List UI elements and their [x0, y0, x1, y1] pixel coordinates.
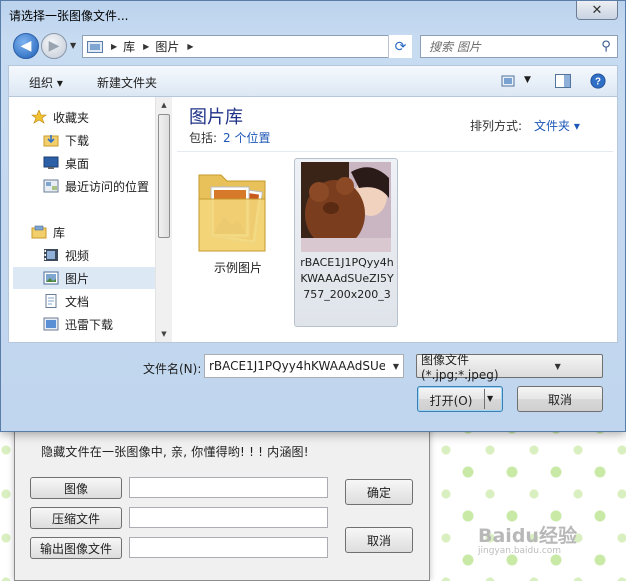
breadcrumb-pictures[interactable]: 图片 [155, 38, 179, 55]
help-icon[interactable]: ? [589, 73, 607, 89]
sidebar-item-downloads[interactable]: 下载 [43, 129, 89, 151]
file-type-chevron-icon[interactable]: ▼ [514, 362, 603, 371]
svg-text:?: ? [595, 77, 601, 88]
sidebar-item-recent[interactable]: 最近访问的位置 [43, 175, 149, 197]
breadcrumb-library[interactable]: 库 [123, 38, 135, 55]
sidebar-item-label: 文档 [65, 294, 90, 309]
output-path-field[interactable] [129, 537, 328, 558]
search-box[interactable]: 搜索 图片 ⚲ [420, 35, 618, 58]
sidebar-item-pictures[interactable]: 图片 [13, 267, 155, 289]
close-icon: ✕ [591, 2, 603, 18]
baidu-watermark: Baidu经验 jingyan.baidu.com [478, 521, 577, 556]
preview-pane-icon[interactable] [554, 73, 572, 89]
new-folder-button[interactable]: 新建文件夹 [97, 74, 157, 91]
filename-value[interactable]: rBACE1J1PQyy4hKWAAAdSUeZI5Y757_200x200_3 [209, 359, 385, 373]
video-icon [44, 249, 58, 261]
forward-button[interactable]: ▶ [41, 33, 67, 59]
back-button[interactable]: ◀ [13, 33, 39, 59]
sidebar-item-label: 图片 [65, 271, 90, 286]
refresh-icon: ⟳ [394, 38, 407, 55]
selected-image-tile[interactable]: rBACE1J1PQyy4hKWAAAdSUeZI5Y757_200x200_3 [294, 158, 398, 327]
open-options-chevron-icon[interactable]: ▼ [487, 394, 493, 403]
filename-input[interactable]: rBACE1J1PQyy4hKWAAAdSUeZI5Y757_200x200_3… [204, 354, 404, 378]
thunder-download-icon [43, 317, 59, 331]
sidebar-item-label: 迅雷下载 [65, 317, 114, 332]
library-includes: 包括: 2 个位置 [189, 129, 271, 146]
pictures-icon [43, 271, 59, 285]
recent-locations-chevron-icon[interactable]: ▼ [70, 41, 76, 50]
image-thumbnail [301, 162, 391, 252]
scroll-thumb[interactable] [158, 114, 170, 238]
sidebar-item-thunder-downloads[interactable]: 迅雷下载 [43, 313, 113, 335]
download-folder-icon [43, 135, 59, 147]
app-description: 隐藏文件在一张图像中, 亲, 你懂得哟! ! ! 内涵图! [41, 445, 309, 459]
navigation-scrollbar[interactable]: ▲ ▼ [155, 97, 172, 342]
address-bar[interactable]: ▶ 库 ▶ 图片 ▶ [82, 35, 412, 58]
sidebar-item-label: 收藏夹 [53, 110, 90, 125]
arrange-by-label: 排列方式: [470, 119, 523, 133]
main-app-window: 隐藏文件在一张图像中, 亲, 你懂得哟! ! ! 内涵图! 图像 压缩文件 输出… [14, 420, 430, 581]
open-file-dialog: 请选择一张图像文件... ✕ ◀ ▶ ▼ ▶ 库 ▶ 图片 ▶ ⟳ 搜索 图片 … [0, 0, 626, 432]
watermark-brand: Baidu经验 [478, 525, 577, 547]
command-bar: 组织 ▾ 新建文件夹 ▼ ? [8, 65, 618, 97]
documents-icon [45, 294, 57, 308]
scroll-down-icon[interactable]: ▼ [156, 326, 172, 342]
sample-pictures-folder-icon[interactable] [197, 159, 269, 255]
change-view-icon[interactable] [501, 73, 519, 89]
compress-file-button[interactable]: 压缩文件 [30, 507, 122, 529]
breadcrumb-separator-icon[interactable]: ▶ [111, 42, 117, 51]
library-icon [31, 225, 47, 239]
refresh-button[interactable]: ⟳ [388, 35, 412, 58]
sidebar-item-documents[interactable]: 文档 [43, 290, 89, 312]
locations-link[interactable]: 2 个位置 [223, 131, 270, 145]
open-button-divider [484, 389, 485, 409]
desktop-icon [43, 156, 59, 169]
arrange-by-dropdown[interactable]: 文件夹 ▾ [534, 117, 580, 134]
sidebar-item-label: 下载 [65, 133, 90, 148]
compress-path-field[interactable] [129, 507, 328, 528]
organize-button[interactable]: 组织 ▾ [29, 74, 63, 91]
image-file-name: rBACE1J1PQyy4hKWAAAdSUeZI5Y757_200x200_3 [300, 256, 394, 301]
image-path-field[interactable] [129, 477, 328, 498]
breadcrumb-separator-icon[interactable]: ▶ [187, 42, 193, 51]
star-icon [31, 110, 47, 124]
forward-arrow-icon: ▶ [48, 38, 60, 54]
library-small-icon [87, 40, 103, 53]
file-type-select[interactable]: 图像文件 (*.jpg;*.jpeg) ▼ [416, 353, 603, 382]
navigation-pane: 收藏夹 下载 桌面 最近访问的位置 库 视频 图片 文档 迅雷下载 [9, 97, 155, 342]
open-button[interactable]: 打开(O) ▼ [417, 386, 503, 412]
sidebar-item-label: 最近访问的位置 [65, 179, 150, 194]
back-arrow-icon: ◀ [20, 38, 32, 54]
sidebar-item-label: 桌面 [65, 156, 90, 171]
recent-places-icon [43, 179, 59, 193]
ok-button[interactable]: 确定 [345, 479, 413, 505]
output-image-button[interactable]: 输出图像文件 [30, 537, 122, 559]
sidebar-item-label: 视频 [65, 248, 90, 263]
scroll-up-icon[interactable]: ▲ [156, 97, 172, 113]
sidebar-item-library[interactable]: 库 [31, 221, 65, 243]
file-type-value: 图像文件 (*.jpg;*.jpeg) [421, 352, 499, 382]
sidebar-item-videos[interactable]: 视频 [43, 244, 89, 266]
filename-history-chevron-icon[interactable]: ▼ [389, 362, 403, 371]
dialog-title: 请选择一张图像文件... [9, 9, 129, 23]
search-icon[interactable]: ⚲ [595, 39, 617, 54]
image-button[interactable]: 图像 [30, 477, 122, 499]
filename-label: 文件名(N): [143, 362, 202, 376]
close-button[interactable]: ✕ [576, 1, 618, 20]
open-button-label: 打开(O) [429, 394, 473, 408]
sidebar-item-desktop[interactable]: 桌面 [43, 152, 89, 174]
includes-label: 包括: [189, 131, 218, 145]
header-divider [177, 151, 613, 152]
folder-name[interactable]: 示例图片 [201, 259, 275, 276]
breadcrumb-separator-icon[interactable]: ▶ [143, 42, 149, 51]
view-options-chevron-icon[interactable]: ▼ [524, 75, 531, 85]
app-cancel-button[interactable]: 取消 [345, 527, 413, 553]
sidebar-item-label: 库 [53, 225, 66, 240]
dialog-cancel-button[interactable]: 取消 [517, 386, 603, 412]
sidebar-item-favorites[interactable]: 收藏夹 [31, 106, 89, 128]
watermark-url: jingyan.baidu.com [478, 546, 562, 556]
library-title: 图片库 [189, 107, 243, 128]
search-input[interactable]: 搜索 图片 [429, 38, 595, 55]
